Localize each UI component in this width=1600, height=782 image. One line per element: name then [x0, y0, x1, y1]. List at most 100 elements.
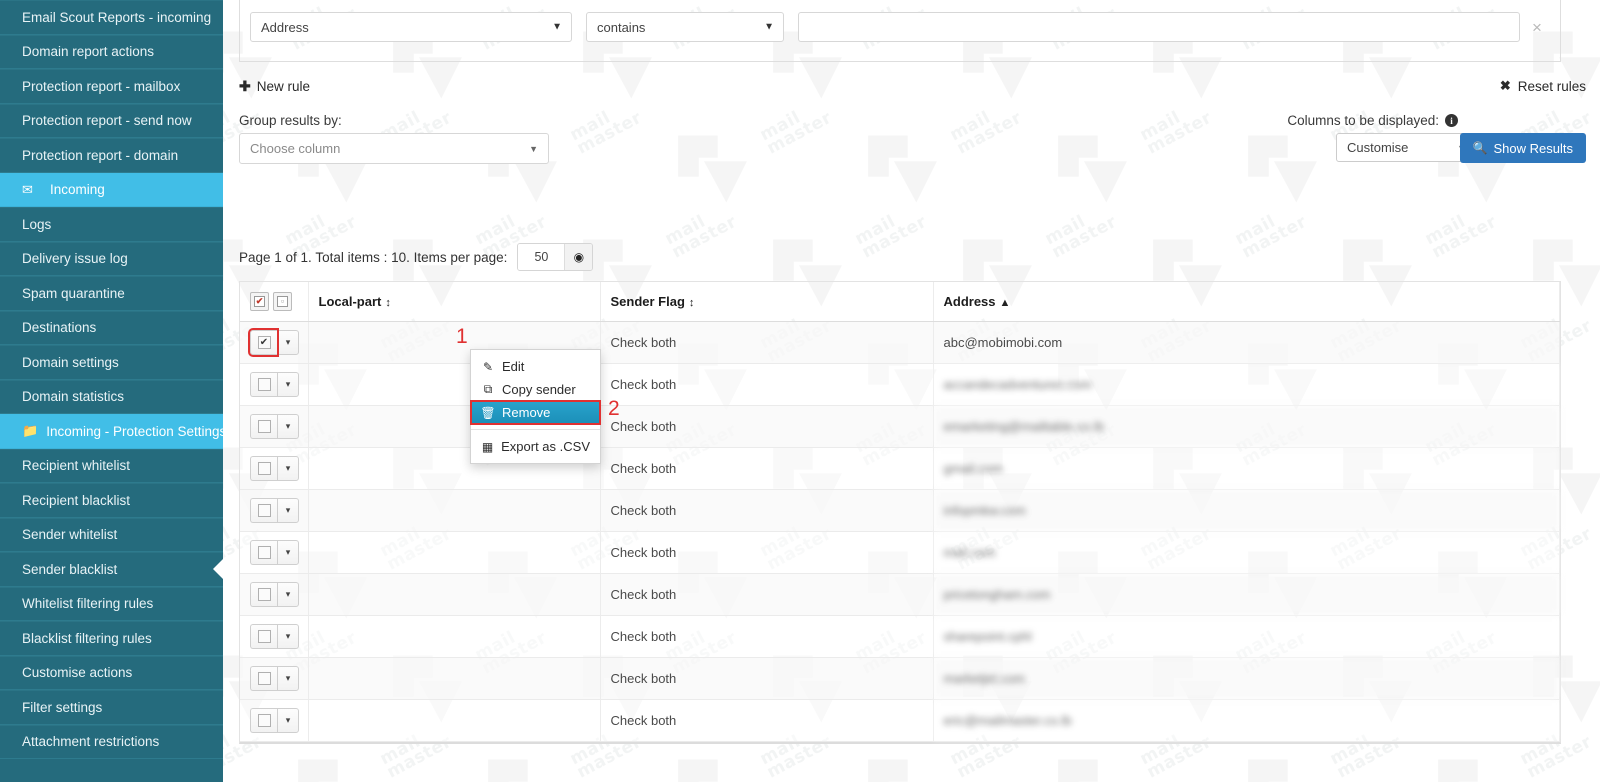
row-select-cell: ▾ — [240, 489, 309, 532]
sidebar-item-filter-settings[interactable]: Filter settings — [0, 690, 223, 725]
sidebar-item-protection-report-mailbox[interactable]: Protection report - mailbox — [0, 69, 223, 104]
sidebar-item-attachment-restrictions[interactable]: Attachment restrictions — [0, 724, 223, 759]
sort-icon: ↕ — [688, 297, 695, 309]
table-row[interactable]: ✔ ▾ Check both abc@mobimobi.com — [240, 321, 1560, 364]
row-checkbox[interactable] — [250, 624, 277, 649]
header-sender-flag[interactable]: Sender Flag ↕ — [600, 282, 934, 322]
annotation-step-1: 1 — [456, 325, 468, 348]
table-row[interactable]: ▾ Check both pricetongham.com — [240, 573, 1560, 616]
table-row[interactable]: ▾ Check both marketjet.com — [240, 657, 1560, 700]
row-checkbox[interactable] — [250, 708, 277, 733]
copy-icon: ⧉ — [483, 382, 493, 396]
search-icon: 🔍 — [1472, 141, 1488, 155]
table-row[interactable]: ▾ Check both sharepoint.cphl — [240, 615, 1560, 658]
row-select-cell: ▾ — [240, 657, 309, 700]
table-row[interactable]: ▾ Check both accandecadventures.com — [240, 363, 1560, 406]
reset-rules-button[interactable]: ✖ Reset rules — [1500, 78, 1586, 94]
filter-field-value: Address — [261, 19, 309, 35]
sidebar-item-delivery-issue-log[interactable]: Delivery issue log — [0, 241, 223, 276]
items-per-page-value[interactable]: 50 — [518, 244, 565, 270]
sidebar-item-incoming-protection-settings[interactable]: 📁 Incoming - Protection Settings — [0, 414, 226, 449]
row-checkbox[interactable] — [250, 498, 277, 523]
plus-icon: ✚ — [239, 78, 251, 94]
info-icon[interactable]: i — [1445, 114, 1458, 127]
sidebar-item-domain-statistics[interactable]: Domain statistics — [0, 379, 223, 414]
sidebar-item-destinations[interactable]: Destinations — [0, 310, 223, 345]
customise-columns-select[interactable]: Customise ▼ — [1336, 133, 1476, 162]
filter-field-select[interactable]: Address ▼ — [250, 12, 572, 42]
select-all-icon[interactable]: ✔ — [250, 292, 269, 311]
row-checkbox[interactable]: ✔ — [248, 328, 279, 357]
table-row[interactable]: ▾ Check both emarketing@mailtable.co.lb — [240, 405, 1560, 448]
row-actions-caret-icon[interactable]: ▾ — [277, 414, 299, 439]
sidebar-item-sender-whitelist[interactable]: Sender whitelist — [0, 517, 223, 552]
row-actions-caret-icon[interactable]: ▾ — [277, 330, 299, 355]
sidebar-item-domain-report-actions[interactable]: Domain report actions — [0, 34, 223, 69]
row-actions-caret-icon[interactable]: ▾ — [277, 624, 299, 649]
sidebar-item-recipient-blacklist[interactable]: Recipient blacklist — [0, 483, 223, 518]
row-select-group: ▾ — [250, 582, 308, 607]
cell-sender-flag: Check both — [600, 699, 934, 742]
folder-icon: 📁 — [22, 423, 39, 439]
sidebar-item-domain-settings[interactable]: Domain settings — [0, 345, 223, 380]
show-results-button[interactable]: 🔍 Show Results — [1459, 133, 1586, 163]
menu-item-edit[interactable]: ✎ Edit — [471, 355, 600, 378]
sidebar-item-incoming[interactable]: ✉ Incoming — [0, 172, 223, 207]
items-per-page-control[interactable]: 50 ◉ — [517, 243, 594, 271]
sidebar-item-email-scout-reports-incoming[interactable]: Email Scout Reports - incoming — [0, 0, 223, 35]
row-actions-caret-icon[interactable]: ▾ — [277, 498, 299, 523]
new-rule-button[interactable]: ✚ New rule — [239, 78, 310, 95]
sidebar-item-logs[interactable]: Logs — [0, 207, 223, 242]
cell-local-part — [308, 699, 601, 742]
cell-local-part — [308, 573, 601, 616]
row-actions-caret-icon[interactable]: ▾ — [277, 372, 299, 397]
filter-operator-select[interactable]: contains ▼ — [586, 12, 784, 42]
sidebar-item-protection-report-send-now[interactable]: Protection report - send now — [0, 103, 223, 138]
row-actions-caret-icon[interactable]: ▾ — [277, 582, 299, 607]
sidebar-item-whitelist-filtering-rules[interactable]: Whitelist filtering rules — [0, 586, 223, 621]
table-row[interactable]: ▾ Check both infopmkw.com — [240, 489, 1560, 532]
cell-sender-flag: Check both — [600, 363, 934, 406]
cell-sender-flag: Check both — [600, 615, 934, 658]
header-local-part[interactable]: Local-part ↕ — [308, 282, 601, 322]
row-checkbox[interactable] — [250, 666, 277, 691]
table-row[interactable]: ▾ Check both gmail.com — [240, 447, 1560, 490]
row-actions-caret-icon[interactable]: ▾ — [277, 456, 299, 481]
menu-item-copy-sender[interactable]: ⧉ Copy sender — [471, 378, 600, 401]
row-checkbox[interactable] — [250, 414, 277, 439]
remove-rule-icon[interactable]: × — [1524, 19, 1550, 36]
menu-item-remove[interactable]: 🗑 Remove — [470, 400, 601, 425]
table-row[interactable]: ▾ Check both mail.com — [240, 531, 1560, 574]
sidebar-item-label: Destinations — [22, 320, 97, 336]
row-actions-caret-icon[interactable]: ▾ — [277, 666, 299, 691]
filter-operator-value: contains — [597, 19, 646, 35]
sidebar-item-protection-report-domain[interactable]: Protection report - domain — [0, 138, 223, 173]
reset-rules-label: Reset rules — [1517, 78, 1586, 94]
deselect-all-icon[interactable]: ▫ — [273, 292, 292, 311]
row-checkbox[interactable] — [250, 372, 277, 397]
menu-item-export-as-csv[interactable]: ▦ Export as .CSV — [471, 435, 600, 458]
row-select-group: ▾ — [250, 414, 308, 439]
sidebar-item-blacklist-filtering-rules[interactable]: Blacklist filtering rules — [0, 621, 223, 656]
table-body: ✔ ▾ Check both abc@mobimobi.com ▾ Check both a… — [240, 321, 1560, 742]
header-address[interactable]: Address ▲ — [933, 282, 1560, 322]
cell-sender-flag: Check both — [600, 447, 934, 490]
sidebar-item-spam-quarantine[interactable]: Spam quarantine — [0, 276, 223, 311]
cell-address: pricetongham.com — [933, 573, 1560, 616]
sidebar-item-customise-actions[interactable]: Customise actions — [0, 655, 223, 690]
table-row[interactable]: ▾ Check both eric@mailmaster.co.lb — [240, 699, 1560, 742]
header-sender-flag-label: Sender Flag — [610, 294, 685, 309]
group-column-select[interactable]: Choose column ▼ — [239, 133, 549, 164]
sidebar-item-recipient-whitelist[interactable]: Recipient whitelist — [0, 448, 223, 483]
group-results-label: Group results by: — [239, 113, 342, 128]
row-actions-caret-icon[interactable]: ▾ — [277, 540, 299, 565]
row-checkbox[interactable] — [250, 456, 277, 481]
row-checkbox[interactable] — [250, 540, 277, 565]
annotation-step-2: 2 — [608, 397, 620, 420]
row-checkbox[interactable] — [250, 582, 277, 607]
sidebar-item-sender-blacklist[interactable]: Sender blacklist — [0, 552, 223, 587]
columns-label-text: Columns to be displayed: — [1287, 113, 1439, 128]
refresh-icon[interactable]: ◉ — [564, 244, 593, 270]
row-actions-caret-icon[interactable]: ▾ — [277, 708, 299, 733]
filter-value-input[interactable] — [798, 12, 1520, 42]
